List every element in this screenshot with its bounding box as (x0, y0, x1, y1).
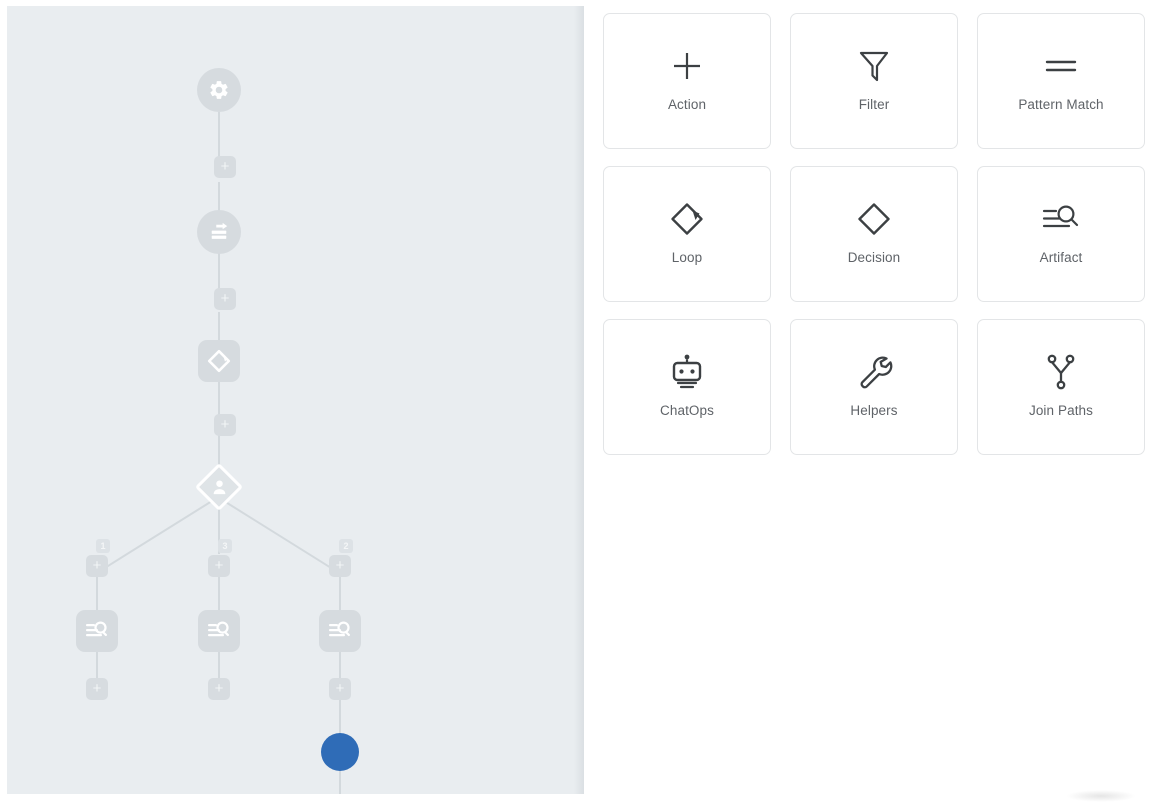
palette-card-decision[interactable]: Decision (790, 166, 958, 302)
robot-icon (668, 350, 706, 394)
canvas-node-loop[interactable] (198, 340, 240, 382)
canvas-add-node-button-artifact2[interactable]: + (208, 678, 230, 700)
artifact-search-icon (1040, 197, 1082, 241)
palette-card-grid: Action Filter Pattern Match Loop Decisio… (603, 13, 1145, 455)
plus-icon: + (92, 556, 102, 574)
palette-card-helpers[interactable]: Helpers (790, 319, 958, 455)
drag-handle-indicator[interactable] (321, 733, 359, 771)
equals-icon (1041, 44, 1081, 88)
edge-decision-to-branch1 (100, 500, 213, 572)
palette-panel: Action Filter Pattern Match Loop Decisio… (584, 0, 1154, 802)
canvas-node-artifact-3[interactable] (319, 610, 361, 652)
canvas-node-artifact-2[interactable] (198, 610, 240, 652)
artifact-icon (208, 621, 229, 637)
plus-icon: + (335, 556, 345, 574)
artifact-icon (86, 621, 107, 637)
artifact-icon (329, 621, 350, 637)
canvas-add-node-button-2[interactable]: + (214, 288, 236, 310)
palette-card-label: Decision (847, 250, 901, 265)
palette-card-filter[interactable]: Filter (790, 13, 958, 149)
page-bottom-shadow (1066, 790, 1136, 802)
plus-icon: + (92, 679, 102, 697)
diamond-icon (854, 197, 894, 241)
canvas-add-node-button-artifact1[interactable]: + (86, 678, 108, 700)
canvas-node-decision[interactable] (194, 462, 244, 512)
canvas-branch-badge-1[interactable]: 1 (96, 539, 110, 553)
canvas-node-artifact-1[interactable] (76, 610, 118, 652)
loop-icon (667, 197, 707, 241)
canvas-branch-badge-2[interactable]: 2 (339, 539, 353, 553)
canvas-node-pattern-match[interactable] (197, 210, 241, 254)
palette-card-loop[interactable]: Loop (603, 166, 771, 302)
user-decision-icon (213, 479, 225, 494)
join-paths-icon (1043, 350, 1079, 394)
pattern-match-icon (211, 222, 228, 239)
canvas-add-node-button-branch2[interactable]: + (329, 555, 351, 577)
canvas-add-node-button-branch3[interactable]: + (208, 555, 230, 577)
loop-icon (207, 349, 231, 373)
palette-card-join-paths[interactable]: Join Paths (977, 319, 1145, 455)
plus-icon: + (214, 556, 224, 574)
palette-card-chatops[interactable]: ChatOps (603, 319, 771, 455)
palette-card-label: Filter (858, 97, 890, 112)
canvas-branch-badge-3[interactable]: 3 (218, 539, 232, 553)
palette-card-pattern-match[interactable]: Pattern Match (977, 13, 1145, 149)
plus-icon: + (220, 289, 230, 307)
workflow-builder-app: + + + 1 3 2 + + + + + + Action Filter Pa… (0, 0, 1154, 802)
edge-add-to-drag-handle (339, 698, 341, 738)
palette-card-label: Helpers (850, 403, 898, 418)
edge-decision-to-branch2 (223, 500, 336, 572)
funnel-icon (856, 44, 892, 88)
palette-card-label: ChatOps (660, 403, 714, 418)
canvas-add-node-button-artifact3[interactable]: + (329, 678, 351, 700)
plus-icon: + (220, 415, 230, 433)
palette-card-label: Artifact (1039, 250, 1083, 265)
workflow-canvas[interactable]: + + + 1 3 2 + + + + + + (7, 6, 584, 794)
plus-icon: + (335, 679, 345, 697)
plus-icon (667, 44, 707, 88)
canvas-add-node-button-3[interactable]: + (214, 414, 236, 436)
palette-card-label: Action (667, 97, 707, 112)
palette-card-artifact[interactable]: Artifact (977, 166, 1145, 302)
canvas-add-node-button-1[interactable]: + (214, 156, 236, 178)
canvas-add-node-button-branch1[interactable]: + (86, 555, 108, 577)
palette-card-label: Pattern Match (1018, 97, 1104, 112)
palette-card-label: Loop (671, 250, 703, 265)
plus-icon: + (214, 679, 224, 697)
canvas-panel: + + + 1 3 2 + + + + + + (0, 0, 584, 802)
palette-card-label: Join Paths (1028, 403, 1094, 418)
canvas-node-settings[interactable] (197, 68, 241, 112)
gear-icon (210, 81, 228, 99)
wrench-icon (854, 350, 894, 394)
plus-icon: + (220, 157, 230, 175)
palette-card-action[interactable]: Action (603, 13, 771, 149)
